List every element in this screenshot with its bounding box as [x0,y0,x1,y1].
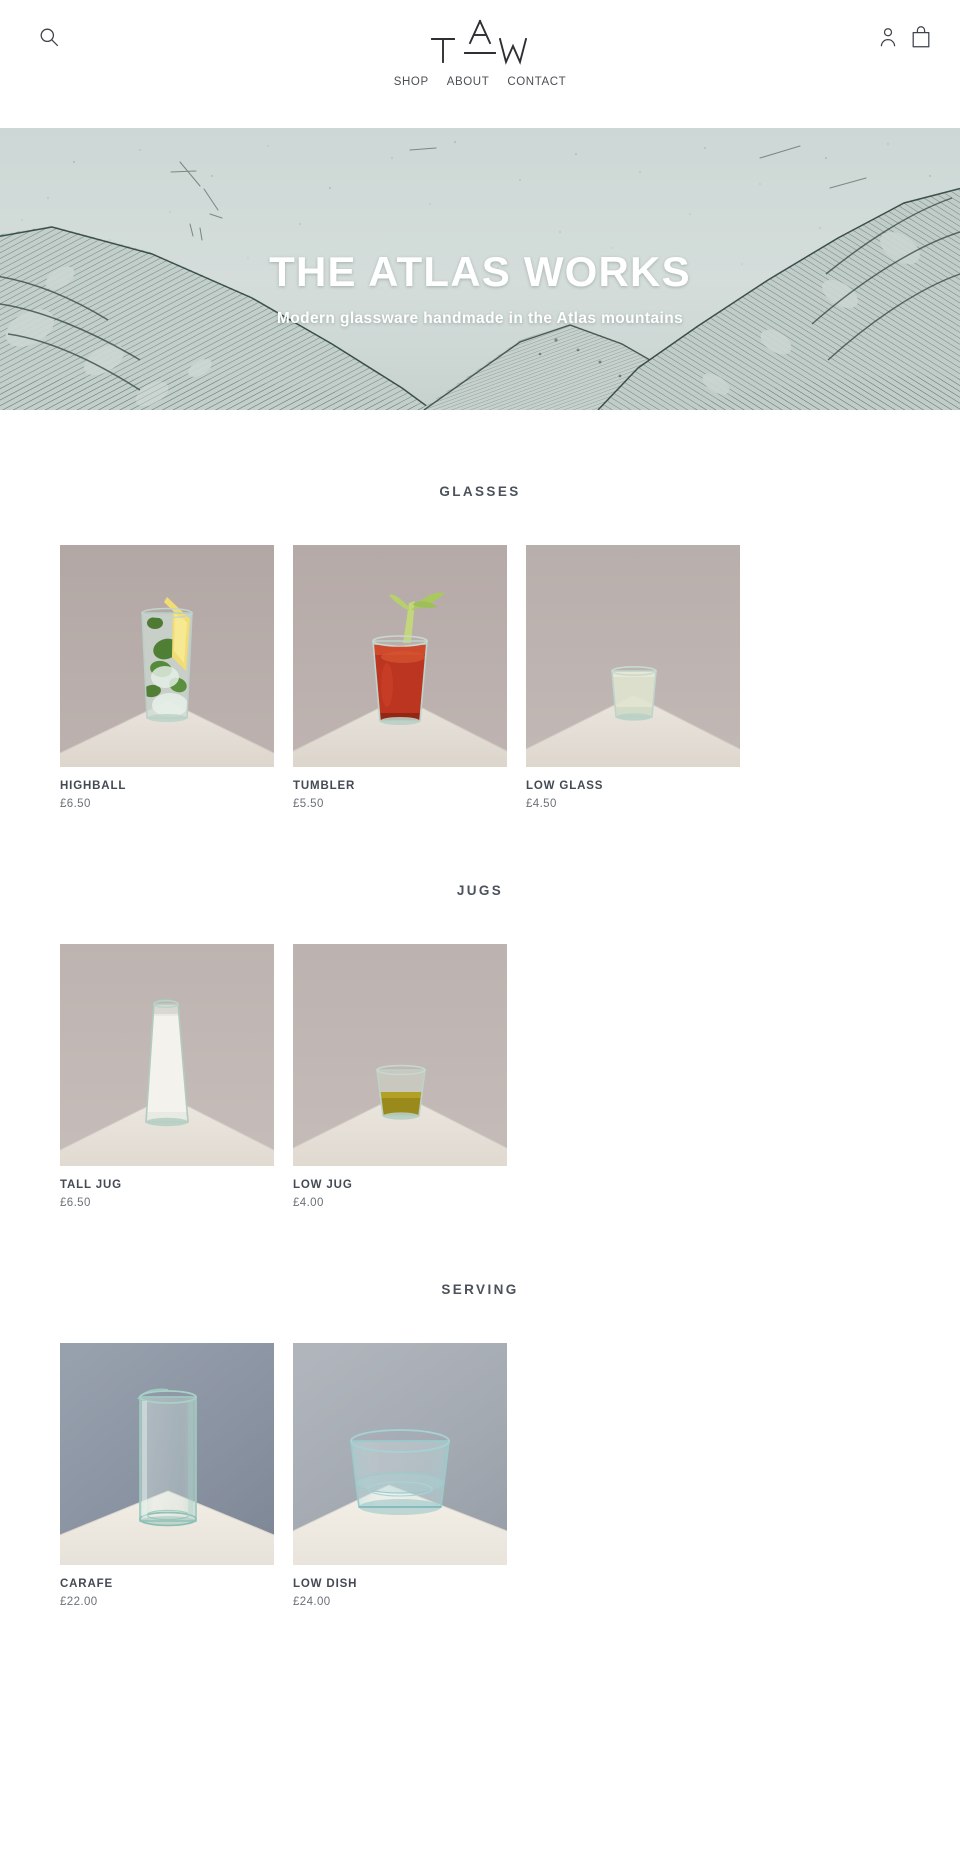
product-card-low-dish[interactable]: LOW DISH £24.00 [293,1343,507,1608]
collection-title-serving: SERVING [441,1282,519,1297]
grid-empty-cell [759,545,960,810]
product-card-tall-jug[interactable]: TALL JUG £6.50 [60,944,274,1209]
nav-item-contact[interactable]: CONTACT [507,76,566,88]
collections-section: GLASSES HIGHBALL £6.50 TUMBLER £5.50 LOW… [0,410,960,1608]
product-price-low-dish: £24.00 [293,1596,331,1608]
product-card-low-glass[interactable]: LOW GLASS £4.50 [526,545,740,810]
collection-serving: SERVING CARAFE £22.00 LOW DISH £24.00 [0,1282,960,1608]
product-image-tumbler[interactable] [293,545,507,767]
product-price-low-jug: £4.00 [293,1197,324,1209]
product-image-low-dish[interactable] [293,1343,507,1565]
product-price-low-glass: £4.50 [526,798,557,810]
product-image-carafe[interactable] [60,1343,274,1565]
product-name-carafe: CARAFE [60,1578,114,1590]
product-name-highball: HIGHBALL [60,780,127,792]
product-grid-glasses: HIGHBALL £6.50 TUMBLER £5.50 LOW GLASS £… [60,545,935,810]
grid-empty-cell [759,944,960,1209]
product-price-highball: £6.50 [60,798,91,810]
product-image-highball[interactable] [60,545,274,767]
grid-empty-cell [526,1343,740,1608]
product-card-highball[interactable]: HIGHBALL £6.50 [60,545,274,810]
nav-item-shop[interactable]: SHOP [394,76,429,88]
account-icon[interactable] [878,25,898,49]
site-header: SHOP ABOUT CONTACT [0,0,960,128]
grid-empty-cell [526,944,740,1209]
product-image-low-glass[interactable] [526,545,740,767]
collection-title-jugs: JUGS [456,883,504,898]
product-card-carafe[interactable]: CARAFE £22.00 [60,1343,274,1608]
hero-banner: THE ATLAS WORKS Modern glassware handmad… [0,128,960,410]
hero-mountain-illustration [0,128,960,410]
product-name-tall-jug: TALL JUG [60,1179,122,1191]
product-image-tall-jug[interactable] [60,944,274,1166]
product-price-carafe: £22.00 [60,1596,98,1608]
product-card-low-jug[interactable]: LOW JUG £4.00 [293,944,507,1209]
site-logo[interactable] [0,16,960,68]
product-price-tumbler: £5.50 [293,798,324,810]
grid-empty-cell [759,1343,960,1608]
collection-glasses: GLASSES HIGHBALL £6.50 TUMBLER £5.50 LOW… [0,484,960,810]
product-grid-serving: CARAFE £22.00 LOW DISH £24.00 [60,1343,935,1608]
product-name-low-jug: LOW JUG [293,1179,353,1191]
product-card-tumbler[interactable]: TUMBLER £5.50 [293,545,507,810]
collection-jugs: JUGS TALL JUG £6.50 LOW JUG £4.00 [0,883,960,1209]
product-grid-jugs: TALL JUG £6.50 LOW JUG £4.00 [60,944,935,1209]
product-name-low-glass: LOW GLASS [526,780,604,792]
product-price-tall-jug: £6.50 [60,1197,91,1209]
shopping-bag-icon[interactable] [910,25,932,49]
nav-item-about[interactable]: ABOUT [447,76,490,88]
product-image-low-jug[interactable] [293,944,507,1166]
main-navigation: SHOP ABOUT CONTACT [0,76,960,88]
product-name-low-dish: LOW DISH [293,1578,358,1590]
collection-title-glasses: GLASSES [439,484,521,499]
product-name-tumbler: TUMBLER [293,780,356,792]
